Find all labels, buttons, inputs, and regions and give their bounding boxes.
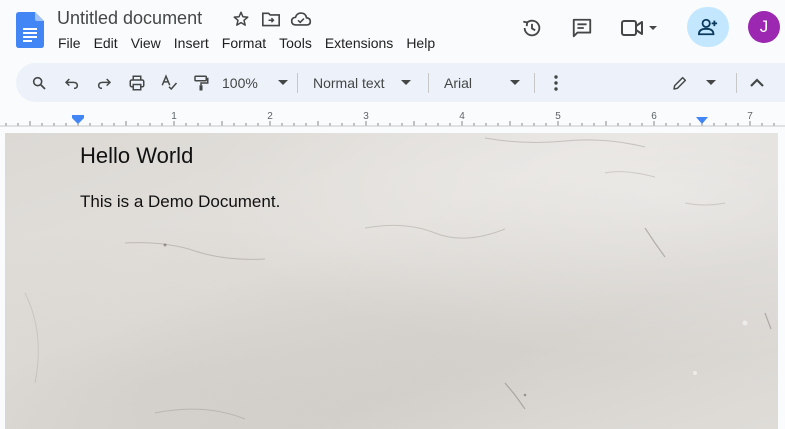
ruler-label: 7 [747,111,753,122]
share-add-person-icon [697,18,718,36]
chevron-down-icon [401,79,411,85]
ruler-label: 2 [267,111,273,122]
docs-logo-icon[interactable] [16,12,44,48]
avatar[interactable]: J [748,11,780,43]
menu-format[interactable]: Format [222,35,266,51]
menu-edit[interactable]: Edit [94,35,118,51]
search-menus-icon[interactable] [26,63,52,102]
ruler-label: 1 [171,111,177,122]
horizontal-ruler[interactable]: 1 2 3 4 5 6 7 [0,108,785,132]
more-options-icon[interactable] [546,63,566,102]
chevron-down-icon [706,79,716,85]
meet-camera-icon[interactable] [618,12,662,44]
paint-format-icon[interactable] [188,63,214,102]
font-family-value: Arial [444,74,473,91]
spellcheck-icon[interactable] [156,63,182,102]
toolbar-divider [534,73,535,93]
toolbar: 100% Normal text Arial [16,63,785,102]
left-indent-marker[interactable] [72,115,84,124]
paragraph-style-select[interactable]: Normal text [313,63,411,102]
redo-icon[interactable] [91,63,117,102]
menu-tools[interactable]: Tools [279,35,312,51]
ruler-label: 4 [459,111,465,122]
right-indent-marker[interactable] [696,117,708,124]
menu-view[interactable]: View [131,35,161,51]
document-page[interactable]: Hello World This is a Demo Document. [5,133,778,429]
share-button[interactable] [687,7,729,47]
ruler-label: 6 [651,111,657,122]
editing-mode-pencil-icon [673,76,687,90]
print-icon[interactable] [124,63,150,102]
move-to-folder-icon[interactable] [256,9,286,29]
ruler-label: 3 [363,111,369,122]
menu-file[interactable]: File [58,35,81,51]
toolbar-divider [297,73,298,93]
zoom-select[interactable]: 100% [222,63,288,102]
menu-insert[interactable]: Insert [174,35,209,51]
document-body-text[interactable]: This is a Demo Document. [80,192,280,212]
comments-icon[interactable] [566,12,598,44]
ruler-label: 5 [555,111,561,122]
zoom-value: 100% [222,74,258,91]
menu-bar: File Edit View Insert Format Tools Exten… [58,35,448,51]
version-history-icon[interactable] [516,12,548,44]
menu-extensions[interactable]: Extensions [325,35,393,51]
chevron-down-icon [510,79,520,85]
document-heading[interactable]: Hello World [80,143,193,169]
chevron-down-icon [278,79,288,85]
page-margin [778,133,785,429]
cloud-saved-icon[interactable] [286,9,316,29]
paragraph-style-value: Normal text [313,74,385,91]
top-header: Untitled document File Edit View Insert … [0,0,785,62]
toolbar-divider [736,73,737,93]
toolbar-divider [428,73,429,93]
editing-mode-button[interactable] [672,63,716,102]
font-family-select[interactable]: Arial [444,63,520,102]
document-title[interactable]: Untitled document [57,8,202,29]
collapse-toolbar-icon[interactable] [744,63,770,102]
menu-help[interactable]: Help [406,35,435,51]
undo-icon[interactable] [59,63,85,102]
star-icon[interactable] [226,9,256,29]
page-texture [24,137,772,420]
